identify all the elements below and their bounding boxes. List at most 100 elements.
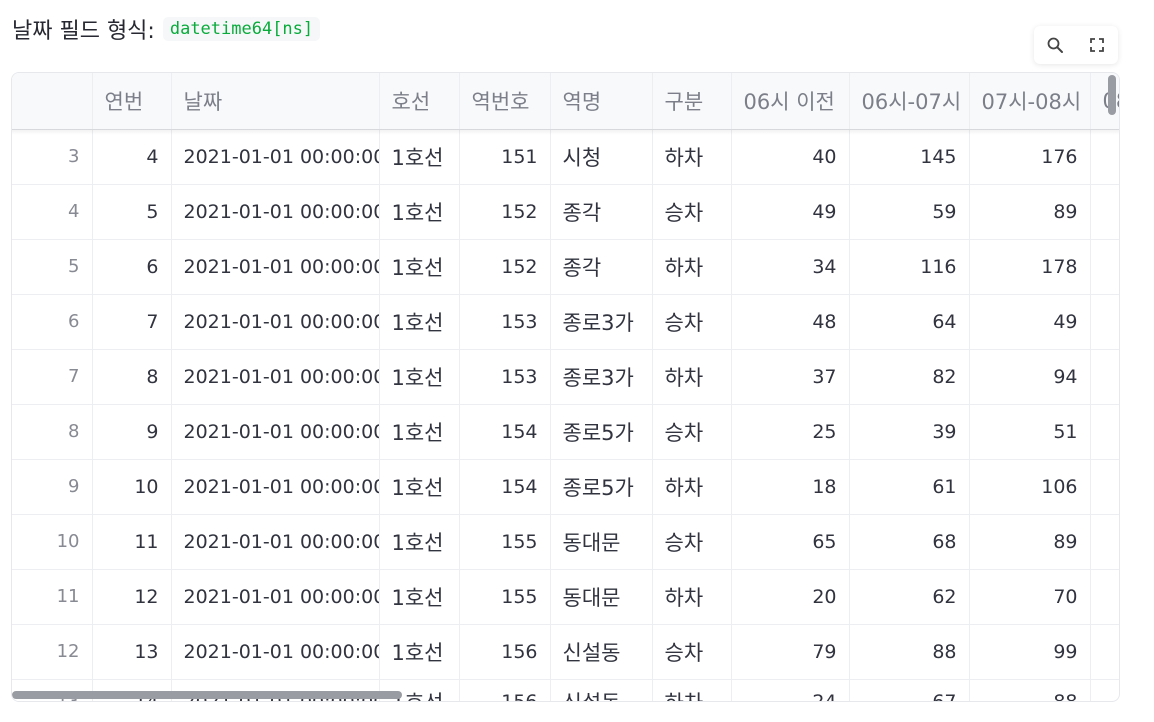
table-cell[interactable]: 1호선 (379, 624, 460, 680)
table-cell[interactable]: 116 (849, 239, 970, 295)
table-cell[interactable]: 24 (731, 679, 850, 701)
row-index-cell[interactable]: 10 (12, 514, 93, 570)
table-cell[interactable]: 2021-01-01 00:00:00 (171, 294, 380, 350)
dataframe-grid[interactable]: 연번날짜호선역번호역명구분06시 이전06시-07시07시-08시08 3420… (11, 72, 1120, 702)
table-cell[interactable]: 종각 (550, 184, 653, 240)
table-cell[interactable]: 종각 (550, 239, 653, 295)
table-cell[interactable]: 2021-01-01 00:00:00 (171, 569, 380, 625)
row-index-cell[interactable]: 5 (12, 239, 93, 295)
row-index-cell[interactable]: 4 (12, 184, 93, 240)
table-cell[interactable]: 하차 (652, 239, 732, 295)
table-cell[interactable]: 하차 (652, 459, 732, 515)
table-cell[interactable]: 신설동 (550, 679, 653, 701)
header-index-cell[interactable] (12, 73, 93, 130)
table-cell[interactable]: 153 (459, 349, 551, 405)
vertical-scrollbar[interactable] (1108, 75, 1116, 115)
table-cell[interactable]: 13 (92, 624, 172, 680)
column-header[interactable]: 날짜 (171, 73, 380, 130)
table-cell[interactable]: 하차 (652, 349, 732, 405)
table-cell[interactable]: 18 (731, 459, 850, 515)
row-index-cell[interactable]: 6 (12, 294, 93, 350)
table-row[interactable]: 3 4 2021-01-01 00:00:00 1호선 151 시청 하차 40 145 176 (12, 129, 1119, 185)
table-cell[interactable]: 34 (731, 239, 850, 295)
table-cell[interactable]: 승차 (652, 294, 732, 350)
table-cell[interactable]: 1호선 (379, 294, 460, 350)
table-cell[interactable]: 동대문 (550, 514, 653, 570)
table-cell[interactable]: 51 (969, 404, 1091, 460)
table-row[interactable]: 9 10 2021-01-01 00:00:00 1호선 154 종로5가 하차 18 61 10… (12, 459, 1119, 515)
table-cell[interactable]: 2021-01-01 00:00:00 (171, 459, 380, 515)
table-cell[interactable]: 1호선 (379, 239, 460, 295)
search-button[interactable] (1042, 32, 1068, 58)
table-cell[interactable]: 48 (731, 294, 850, 350)
table-cell[interactable]: 39 (849, 404, 970, 460)
table-cell[interactable]: 49 (969, 294, 1091, 350)
table-cell[interactable]: 37 (731, 349, 850, 405)
table-cell[interactable]: 145 (849, 129, 970, 185)
row-index-cell[interactable]: 7 (12, 349, 93, 405)
table-cell[interactable]: 68 (849, 514, 970, 570)
table-cell[interactable]: 1호선 (379, 569, 460, 625)
table-cell[interactable]: 40 (731, 129, 850, 185)
row-index-cell[interactable]: 11 (12, 569, 93, 625)
table-cell[interactable]: 9 (92, 404, 172, 460)
table-cell[interactable]: 82 (849, 349, 970, 405)
column-header[interactable]: 07시-08시 (969, 73, 1091, 130)
table-cell[interactable]: 1호선 (379, 459, 460, 515)
table-cell[interactable]: 67 (849, 679, 970, 701)
table-cell[interactable]: 4 (92, 129, 172, 185)
table-cell[interactable]: 하차 (652, 679, 732, 701)
table-cell[interactable]: 하차 (652, 569, 732, 625)
table-cell[interactable]: 79 (731, 624, 850, 680)
table-cell[interactable]: 7 (92, 294, 172, 350)
table-cell[interactable]: 89 (969, 184, 1091, 240)
table-cell[interactable]: 154 (459, 459, 551, 515)
table-cell[interactable]: 종로3가 (550, 294, 653, 350)
table-cell[interactable]: 20 (731, 569, 850, 625)
column-header[interactable]: 역번호 (459, 73, 551, 130)
table-cell[interactable]: 1호선 (379, 404, 460, 460)
table-cell[interactable]: 종로5가 (550, 459, 653, 515)
table-cell[interactable]: 62 (849, 569, 970, 625)
row-index-cell[interactable]: 12 (12, 624, 93, 680)
table-cell[interactable]: 1호선 (379, 184, 460, 240)
table-cell[interactable]: 승차 (652, 514, 732, 570)
column-header[interactable]: 호선 (379, 73, 460, 130)
table-cell[interactable]: 2021-01-01 00:00:00 (171, 624, 380, 680)
table-cell[interactable]: 49 (731, 184, 850, 240)
table-cell[interactable]: 88 (969, 679, 1091, 701)
table-cell[interactable]: 155 (459, 569, 551, 625)
table-cell[interactable]: 59 (849, 184, 970, 240)
table-cell[interactable]: 106 (969, 459, 1091, 515)
table-cell[interactable]: 신설동 (550, 624, 653, 680)
table-cell[interactable]: 156 (459, 679, 551, 701)
table-row[interactable]: 11 12 2021-01-01 00:00:00 1호선 155 동대문 하차 20 62 70 (12, 569, 1119, 625)
table-cell[interactable]: 154 (459, 404, 551, 460)
column-header[interactable]: 연번 (92, 73, 172, 130)
table-cell[interactable]: 10 (92, 459, 172, 515)
table-row[interactable]: 8 9 2021-01-01 00:00:00 1호선 154 종로5가 승차 25 39 51 (12, 404, 1119, 460)
row-index-cell[interactable]: 3 (12, 129, 93, 185)
table-row[interactable]: 6 7 2021-01-01 00:00:00 1호선 153 종로3가 승차 48 64 49 (12, 294, 1119, 350)
table-cell[interactable]: 종로3가 (550, 349, 653, 405)
table-cell[interactable]: 94 (969, 349, 1091, 405)
table-cell[interactable]: 승차 (652, 404, 732, 460)
table-cell[interactable]: 승차 (652, 184, 732, 240)
table-cell[interactable]: 승차 (652, 624, 732, 680)
table-cell[interactable]: 1호선 (379, 349, 460, 405)
table-cell[interactable]: 89 (969, 514, 1091, 570)
table-cell[interactable]: 152 (459, 239, 551, 295)
table-cell[interactable]: 25 (731, 404, 850, 460)
table-cell[interactable]: 176 (969, 129, 1091, 185)
table-cell[interactable]: 1호선 (379, 514, 460, 570)
fullscreen-button[interactable] (1084, 32, 1110, 58)
table-cell[interactable]: 2021-01-01 00:00:00 (171, 184, 380, 240)
table-row[interactable]: 4 5 2021-01-01 00:00:00 1호선 152 종각 승차 49 59 89 (12, 184, 1119, 240)
table-cell[interactable]: 2021-01-01 00:00:00 (171, 514, 380, 570)
table-cell[interactable]: 2021-01-01 00:00:00 (171, 129, 380, 185)
table-cell[interactable]: 152 (459, 184, 551, 240)
column-header[interactable]: 역명 (550, 73, 653, 130)
table-cell[interactable]: 12 (92, 569, 172, 625)
table-cell[interactable]: 6 (92, 239, 172, 295)
table-cell[interactable]: 64 (849, 294, 970, 350)
